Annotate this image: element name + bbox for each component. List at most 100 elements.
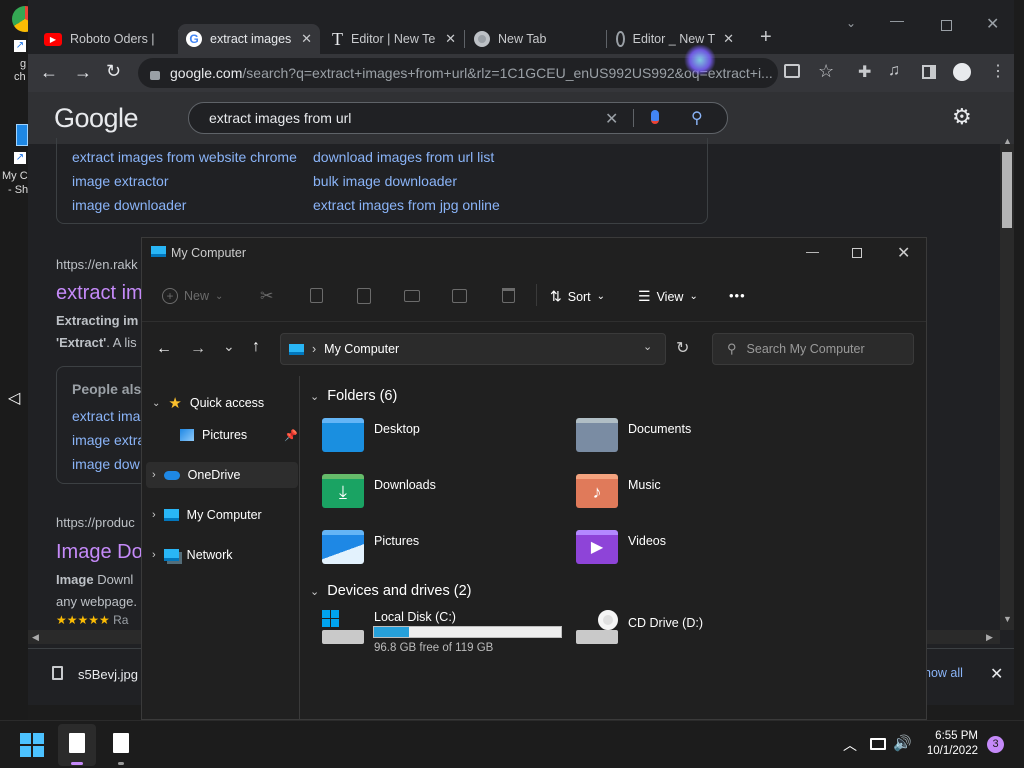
people-also-link[interactable]: image extra [72, 432, 145, 448]
start-button[interactable] [20, 733, 44, 757]
share-icon[interactable] [784, 64, 800, 78]
back-button[interactable]: ← [156, 340, 172, 358]
sort-button[interactable]: ⇅ Sort ⌄ [550, 288, 605, 305]
search-icon[interactable]: ⚲ [691, 108, 703, 128]
tab-extract-images[interactable]: G extract images ✕ [178, 24, 320, 54]
share-icon[interactable] [452, 289, 467, 303]
close-tab-icon[interactable]: ✕ [723, 31, 734, 47]
related-search-link[interactable]: extract images from jpg online [313, 197, 500, 213]
folders-section-header[interactable]: ⌄ Folders (6) [310, 388, 397, 404]
nav-my-computer[interactable]: › My Computer [152, 502, 298, 528]
vertical-scroll-thumb[interactable] [1002, 152, 1012, 228]
google-logo[interactable]: Google [54, 103, 139, 134]
minimize-button[interactable]: — [806, 244, 819, 259]
drive-c[interactable]: Local Disk (C:) 96.8 GB free of 119 GB [322, 610, 562, 654]
show-all-button[interactable]: how all [924, 666, 963, 680]
extensions-icon[interactable]: ✚ [858, 62, 871, 82]
address-dropdown-icon[interactable]: ⌄ [643, 340, 652, 353]
download-filename[interactable]: s5Bevj.jpg [78, 667, 138, 682]
minimize-button[interactable]: — [890, 12, 904, 28]
close-window-button[interactable]: ✕ [897, 243, 910, 263]
address-bar[interactable]: › My Computer ⌄ [280, 333, 666, 365]
copy-icon[interactable] [310, 288, 323, 303]
people-also-link[interactable]: extract ima [72, 408, 140, 424]
close-tab-icon[interactable]: ✕ [301, 31, 312, 47]
delete-icon[interactable] [502, 288, 515, 303]
globe-icon [616, 31, 625, 47]
nav-quick-access[interactable]: ⌄ ★ Quick access [152, 390, 298, 416]
drives-section-header[interactable]: ⌄ Devices and drives (2) [310, 583, 471, 599]
folder-music[interactable]: ♪ Music [576, 474, 661, 508]
folder-documents[interactable]: Documents [576, 418, 691, 452]
refresh-icon[interactable]: ↻ [676, 338, 689, 358]
media-queue-icon[interactable]: ♫ [888, 62, 900, 80]
maximize-button[interactable] [941, 20, 952, 31]
drive-name: Local Disk (C:) [374, 610, 456, 624]
maximize-button[interactable] [852, 248, 862, 258]
microphone-icon[interactable] [651, 110, 659, 124]
cut-icon[interactable]: ✂ [260, 286, 273, 306]
taskbar-app-file[interactable] [58, 724, 96, 766]
back-button[interactable]: ← [40, 62, 58, 83]
side-panel-icon[interactable] [922, 65, 936, 79]
tab-editor[interactable]: T Editor | New Te ✕ [324, 24, 464, 54]
scroll-right-arrow[interactable]: ▶ [986, 632, 993, 643]
tab-search-icon[interactable]: ⌄ [846, 16, 856, 30]
scroll-down-arrow[interactable]: ▼ [1003, 614, 1012, 624]
tab-editor-new[interactable]: Editor _ New T ✕ [608, 24, 742, 54]
related-search-link[interactable]: download images from url list [313, 149, 494, 165]
close-download-bar-icon[interactable]: ✕ [990, 664, 1003, 684]
address-bar[interactable]: google.com/search?q=extract+images+from+… [138, 58, 778, 88]
google-search-box[interactable]: extract images from url ✕ ⚲ [188, 102, 728, 134]
folder-videos[interactable]: ▶ Videos [576, 530, 666, 564]
people-also-link[interactable]: image dow [72, 456, 140, 472]
system-clock[interactable]: 6:55 PM 10/1/2022 [912, 729, 978, 759]
recent-locations-icon[interactable]: ⌄ [223, 338, 235, 355]
search-input[interactable]: ⚲ Search My Computer [712, 333, 914, 365]
result-title[interactable]: Image Do [56, 541, 143, 564]
folder-desktop[interactable]: Desktop [322, 418, 420, 452]
nav-onedrive[interactable]: › OneDrive [146, 462, 298, 488]
bookmark-star-icon[interactable]: ☆ [818, 61, 834, 82]
result-title[interactable]: extract im [56, 282, 143, 305]
taskbar-app-file-2[interactable] [104, 724, 140, 766]
scroll-left-arrow[interactable]: ◀ [32, 632, 39, 643]
menu-dots-icon[interactable]: ⋮ [990, 61, 1006, 81]
related-search-link[interactable]: image extractor [72, 173, 168, 189]
related-search-link[interactable]: image downloader [72, 197, 186, 213]
notification-badge[interactable]: 3 [987, 736, 1004, 753]
up-button[interactable]: ↑ [252, 338, 260, 356]
tab-youtube[interactable]: ▶ Roboto Oders | [36, 24, 182, 54]
profile-avatar[interactable] [953, 63, 971, 81]
close-window-button[interactable]: ✕ [986, 14, 999, 34]
settings-gear-icon[interactable]: ⚙ [952, 104, 972, 130]
nav-pictures[interactable]: Pictures 📌 [180, 422, 298, 448]
network-status-icon[interactable] [870, 738, 886, 750]
paste-icon[interactable] [357, 288, 371, 304]
view-button[interactable]: ☰ View ⌄ [638, 288, 698, 305]
related-search-link[interactable]: extract images from website chrome [72, 149, 297, 165]
computer-shortcut-icon[interactable] [16, 124, 28, 146]
scroll-up-arrow[interactable]: ▲ [1003, 136, 1012, 146]
related-search-link[interactable]: bulk image downloader [313, 173, 457, 189]
nav-network[interactable]: › Network [152, 542, 298, 568]
tab-new-tab[interactable]: New Tab [466, 24, 606, 54]
forward-button[interactable]: → [190, 340, 206, 358]
folder-pictures[interactable]: Pictures [322, 530, 419, 564]
breadcrumb[interactable]: My Computer [324, 342, 399, 356]
folder-downloads[interactable]: ⤓ Downloads [322, 474, 436, 508]
volume-icon[interactable]: 🔊 [893, 734, 912, 752]
new-button[interactable]: + New ⌄ [162, 288, 223, 304]
forward-button[interactable]: → [74, 62, 92, 83]
clear-icon[interactable]: ✕ [605, 109, 618, 129]
pin-icon[interactable]: 📌 [284, 429, 298, 442]
new-tab-button[interactable]: + [760, 26, 772, 49]
close-tab-icon[interactable]: ✕ [445, 31, 456, 47]
tab-title: New Tab [498, 32, 547, 46]
reload-button[interactable]: ↻ [106, 61, 121, 82]
drive-d[interactable]: CD Drive (D:) [576, 610, 703, 644]
show-hidden-icons[interactable]: ︿ [843, 735, 857, 755]
rename-icon[interactable] [404, 290, 420, 302]
chrome-icon [474, 31, 490, 47]
more-options-icon[interactable]: ••• [729, 288, 746, 303]
